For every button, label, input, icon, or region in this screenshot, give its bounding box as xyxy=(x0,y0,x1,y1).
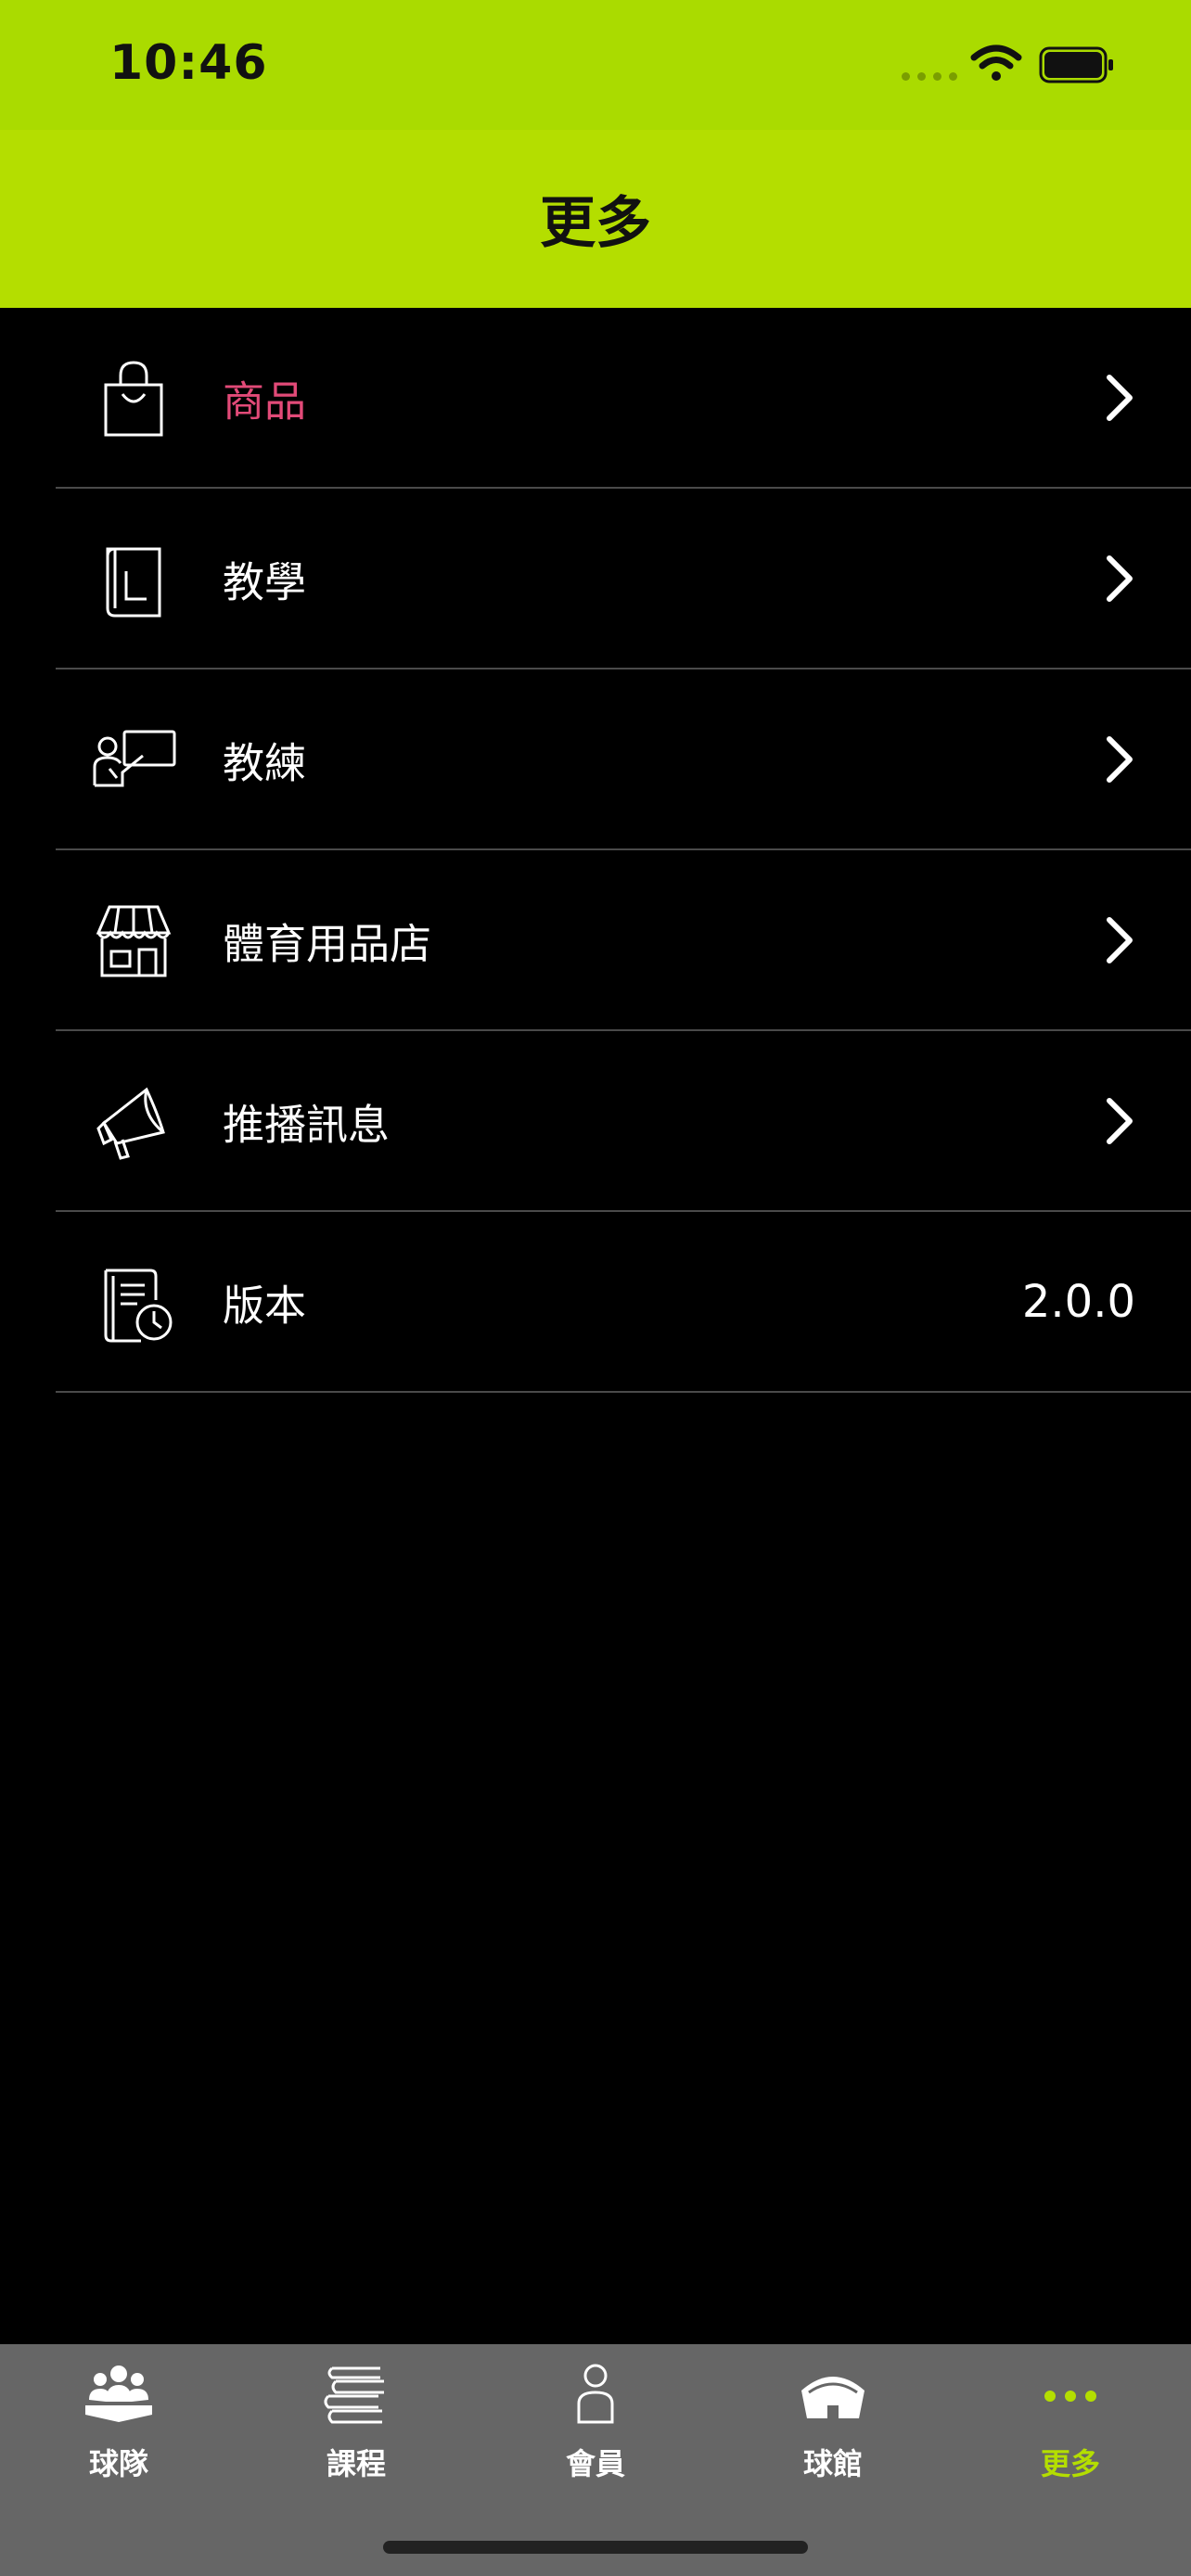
coach-board-icon xyxy=(93,730,176,786)
status-time: 10:46 xyxy=(109,35,268,91)
tab-label: 球隊 xyxy=(88,2446,148,2481)
wifi-icon xyxy=(970,45,1022,81)
tab-member[interactable]: 會員 xyxy=(503,2363,688,2483)
page-title: 更多 xyxy=(540,191,651,256)
chevron-right-icon xyxy=(1107,1097,1133,1144)
cellular-signal-icon xyxy=(902,72,957,81)
status-bar: 10:46 xyxy=(0,0,1191,130)
tab-courses[interactable]: 課程 xyxy=(263,2363,449,2483)
menu-item-label: 教學 xyxy=(223,557,307,606)
tab-venue[interactable]: 球館 xyxy=(740,2363,926,2483)
chevron-right-icon xyxy=(1107,735,1133,783)
tab-more[interactable]: 更多 xyxy=(978,2363,1163,2483)
menu-list: 商品 教學 教練 體育用品店 推播訊息 版本 2.0.0 xyxy=(0,308,1191,1393)
menu-item-coaches[interactable]: 教練 xyxy=(56,670,1191,850)
book-icon xyxy=(106,547,161,617)
megaphone-icon xyxy=(96,1087,165,1160)
battery-icon xyxy=(1039,46,1113,83)
tab-team[interactable]: 球隊 xyxy=(26,2363,211,2483)
chevron-right-icon xyxy=(1107,374,1133,421)
menu-item-version: 版本 2.0.0 xyxy=(56,1212,1191,1393)
menu-item-push-notifications[interactable]: 推播訊息 xyxy=(56,1031,1191,1212)
more-dots-icon xyxy=(1044,2391,1096,2402)
tab-label: 課程 xyxy=(326,2446,386,2481)
person-icon xyxy=(577,2364,614,2424)
menu-item-products[interactable]: 商品 xyxy=(56,308,1191,489)
menu-item-label: 推播訊息 xyxy=(223,1100,391,1149)
menu-item-label: 教練 xyxy=(223,738,307,787)
menu-item-label: 版本 xyxy=(223,1281,307,1330)
tab-label: 球館 xyxy=(802,2446,863,2481)
chevron-right-icon xyxy=(1107,555,1133,602)
store-icon xyxy=(96,905,172,976)
home-indicator[interactable] xyxy=(383,2541,808,2554)
tab-label: 更多 xyxy=(1040,2446,1100,2481)
team-icon xyxy=(85,2366,152,2422)
menu-item-label: 體育用品店 xyxy=(223,919,432,968)
document-clock-icon xyxy=(104,1269,173,1342)
tab-label: 會員 xyxy=(565,2446,625,2481)
chevron-right-icon xyxy=(1107,916,1133,963)
navigation-bar: 更多 xyxy=(0,130,1191,308)
shopping-bag-icon xyxy=(104,360,163,436)
menu-item-label: 商品 xyxy=(223,376,307,426)
books-icon xyxy=(324,2366,384,2424)
menu-item-sports-store[interactable]: 體育用品店 xyxy=(56,850,1191,1031)
version-value: 2.0.0 xyxy=(1021,1275,1135,1328)
menu-item-tutorials[interactable]: 教學 xyxy=(56,489,1191,670)
stadium-icon xyxy=(801,2377,864,2418)
